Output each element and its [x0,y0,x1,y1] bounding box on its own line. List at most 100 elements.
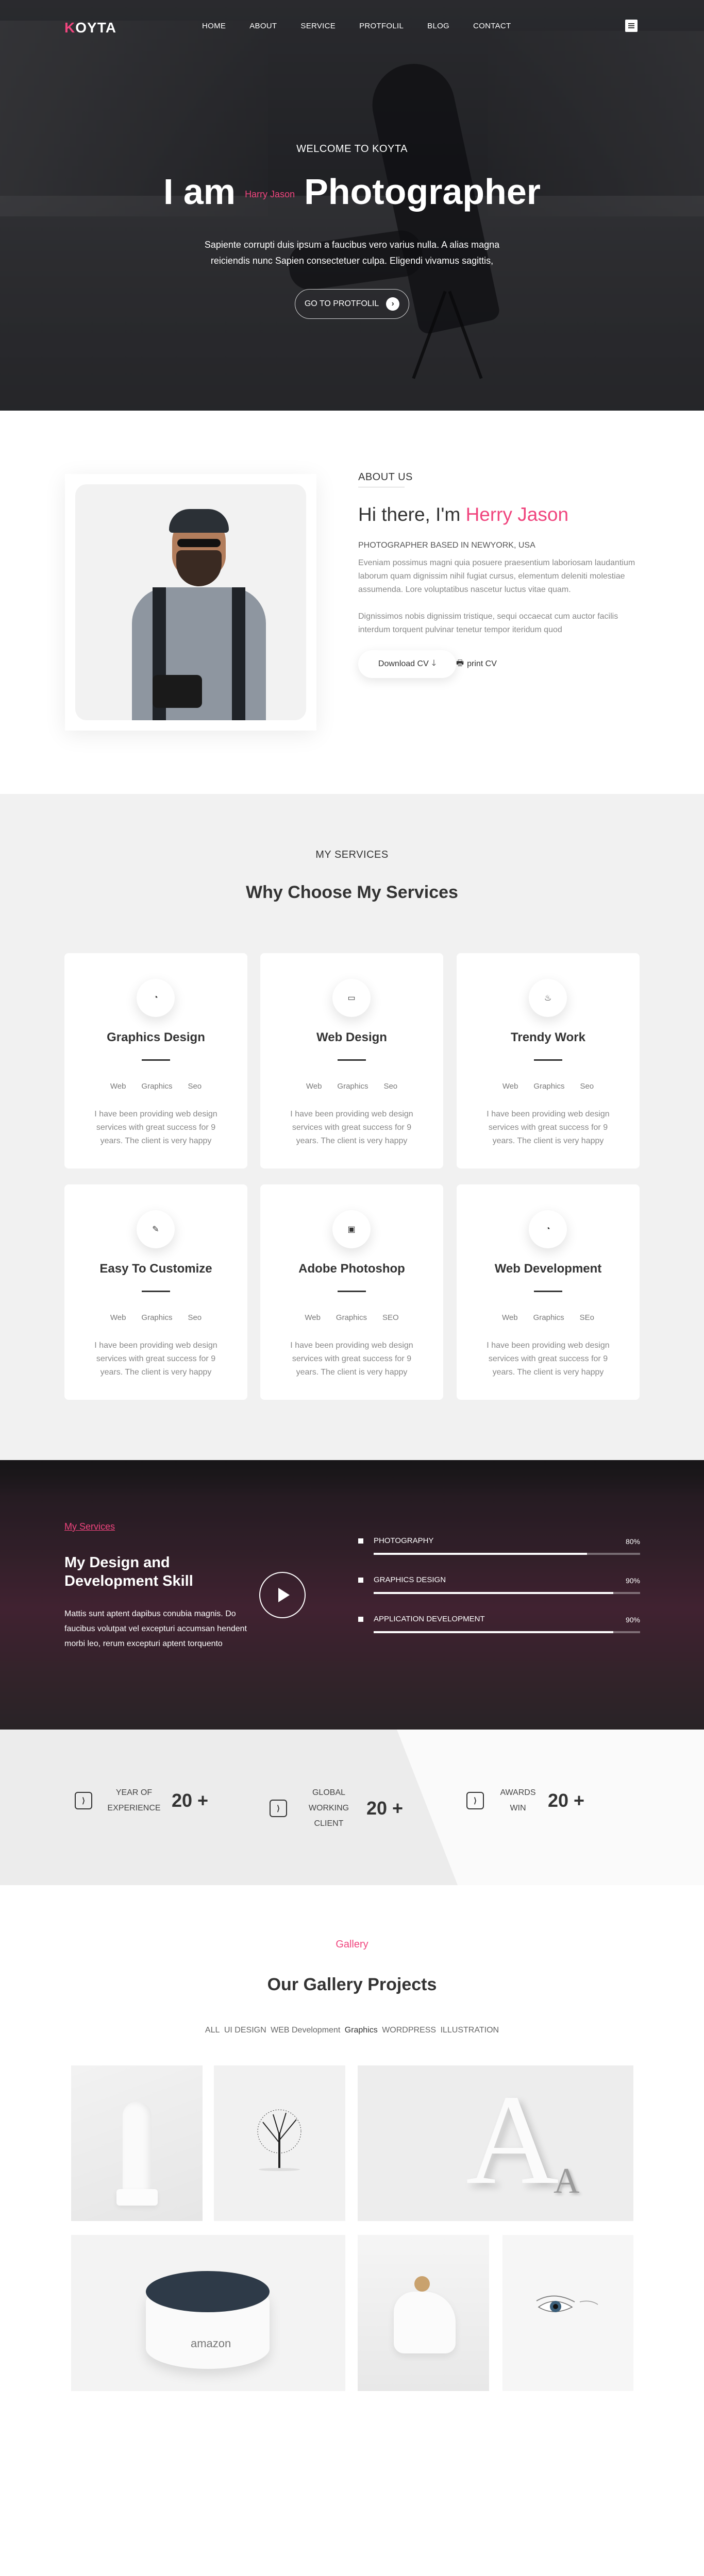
gallery-item-hand[interactable] [358,2235,489,2391]
service-card[interactable]: ◔ Graphics Design Web Graphics Seo I have … [64,953,247,1168]
service-tag[interactable]: Seo [188,1313,202,1322]
about-kicker: ABOUT US [358,471,413,487]
skills-kicker[interactable]: My Services [64,1521,115,1532]
service-tag[interactable]: Graphics [533,1313,564,1322]
nav-contact[interactable]: CONTACT [473,22,511,30]
service-tag[interactable]: Web [502,1082,518,1091]
logo-k-mark: K [64,20,76,36]
service-tags: Web Graphics Seo [64,1313,247,1322]
counter-label: GLOBAL WORKING CLIENT [308,1788,349,1828]
hero-title: I am Harry Jason Photographer [0,171,704,212]
filter-illustration[interactable]: ILLUSTRATION [441,2026,499,2035]
divider [142,1291,170,1292]
eye-illustration [536,2295,598,2312]
filter-web-development[interactable]: WEB Development [271,2026,340,2035]
about-title: Hi there, I'm Herry Jason [358,504,568,526]
skill-track [374,1631,640,1633]
service-tag[interactable]: Graphics [337,1082,368,1091]
service-tag[interactable]: Graphics [141,1313,172,1322]
service-card-description: I have been providing web design service… [290,1110,413,1145]
service-tag[interactable]: SEO [382,1313,399,1322]
about-paragraph: Dignissimos nobis dignissim tristique, s… [358,612,618,634]
service-card[interactable]: ▣ Adobe Photoshop Web Graphics SEO I have … [260,1184,443,1400]
service-tags: Web Graphics SEO [260,1313,443,1322]
service-tag[interactable]: Seo [188,1082,202,1091]
service-card[interactable]: ♨ Trendy Work Web Graphics Seo I have been… [457,953,640,1168]
service-tag[interactable]: Web [502,1313,518,1322]
skill-fill [374,1631,614,1633]
service-tag[interactable]: Seo [383,1082,397,1091]
service-card-title: Graphics Design [107,1030,205,1044]
hero-subtitle-line: reiciendis nunc Sapien consectetuer culp… [210,256,494,266]
divider [338,1059,366,1061]
print-cv-button[interactable]: 🖶 print CV [456,650,497,678]
service-card-title: Easy To Customize [99,1262,212,1276]
play-video-button[interactable] [259,1572,306,1618]
tree-illustration [257,2109,301,2171]
counter-value: 20 + [366,1798,404,1819]
filter-wordpress[interactable]: WORDPRESS [382,2026,436,2035]
counter-value: 20 + [548,1790,585,1811]
gallery-item-amazon-echo[interactable]: amazon [71,2235,345,2391]
gallery-item-letter-a[interactable]: A A [358,2065,633,2221]
filter-all[interactable]: ALL [205,2026,220,2035]
skill-percent: 90% [625,1616,640,1624]
filter-graphics[interactable]: Graphics [345,2026,378,2035]
hamburger-menu-icon[interactable] [625,20,638,32]
photo-camera [153,675,202,708]
skill-track [374,1553,640,1555]
service-card-description: I have been providing web design service… [487,1341,610,1377]
counter: ⟩ YEAR OF EXPERIENCE 20 + [75,1785,208,1816]
gallery-item-tree[interactable] [214,2065,345,2221]
filter-ui-design[interactable]: UI DESIGN [224,2026,266,2035]
service-card[interactable]: ▭ Web Design Web Graphics Seo I have been … [260,953,443,1168]
gallery-title: Our Gallery Projects [267,1975,437,1994]
flame-icon: ♨ [529,979,567,1017]
print-cv-label: print CV [467,659,497,668]
service-tag[interactable]: Web [306,1082,322,1091]
gallery-item-statue[interactable] [71,2065,203,2221]
go-to-portfolio-button[interactable]: GO TO PROTFOLIL › [295,289,409,319]
hero-subtitle-line: Sapiente corrupti duis ipsum a faucibus … [204,240,500,250]
chevron-right-icon: › [386,297,400,311]
nav-blog[interactable]: BLOG [427,22,449,30]
gallery-kicker: Gallery [336,1939,368,1950]
about-paragraph: Eveniam possimus magni quia posuere prae… [358,558,635,594]
nav-about[interactable]: ABOUT [249,22,277,30]
service-tag[interactable]: Seo [580,1082,594,1091]
service-tag[interactable]: SEo [580,1313,594,1322]
logo[interactable]: KOYTA [64,20,116,36]
counter-label: YEAR OF EXPERIENCE [107,1788,161,1812]
service-tag[interactable]: Graphics [141,1082,172,1091]
edit-icon: ✎ [137,1210,175,1248]
photo-beard [176,550,222,586]
divider [142,1059,170,1061]
service-card-title: Trendy Work [511,1030,585,1044]
service-card[interactable]: ◔ Web Development Web Graphics SEo I have … [457,1184,640,1400]
photo-backpack-strap [232,587,245,720]
service-card-description: I have been providing web design service… [94,1110,217,1145]
service-card[interactable]: ✎ Easy To Customize Web Graphics Seo I hav… [64,1184,247,1400]
about-title-prefix: Hi there, I'm [358,504,461,525]
printer-icon: 🖶 [456,658,464,668]
nav-home[interactable]: HOME [202,22,226,30]
service-tag[interactable]: Web [110,1082,126,1091]
nav-portfolio[interactable]: PROTFOLIL [359,22,404,30]
gallery-item-eye[interactable] [502,2235,633,2391]
service-tag[interactable]: Graphics [336,1313,367,1322]
monitor-icon: ▭ [332,979,371,1017]
play-icon [278,1588,290,1602]
go-to-portfolio-label: GO TO PROTFOLIL [304,299,379,308]
service-tags: Web Graphics Seo [457,1082,640,1091]
hero-title-suffix: Photographer [304,172,541,212]
service-tag[interactable]: Web [110,1313,126,1322]
skill-track [374,1592,640,1594]
skill-fill [374,1592,614,1594]
counter-icon: ⟩ [466,1792,484,1809]
service-card-description: I have been providing web design service… [290,1341,413,1377]
nav-service[interactable]: SERVICE [300,22,336,30]
service-tag[interactable]: Web [305,1313,321,1322]
amazon-logo: amazon [191,2337,231,2350]
download-cv-button[interactable]: Download CV 🡓 [358,650,456,678]
service-tag[interactable]: Graphics [533,1082,564,1091]
